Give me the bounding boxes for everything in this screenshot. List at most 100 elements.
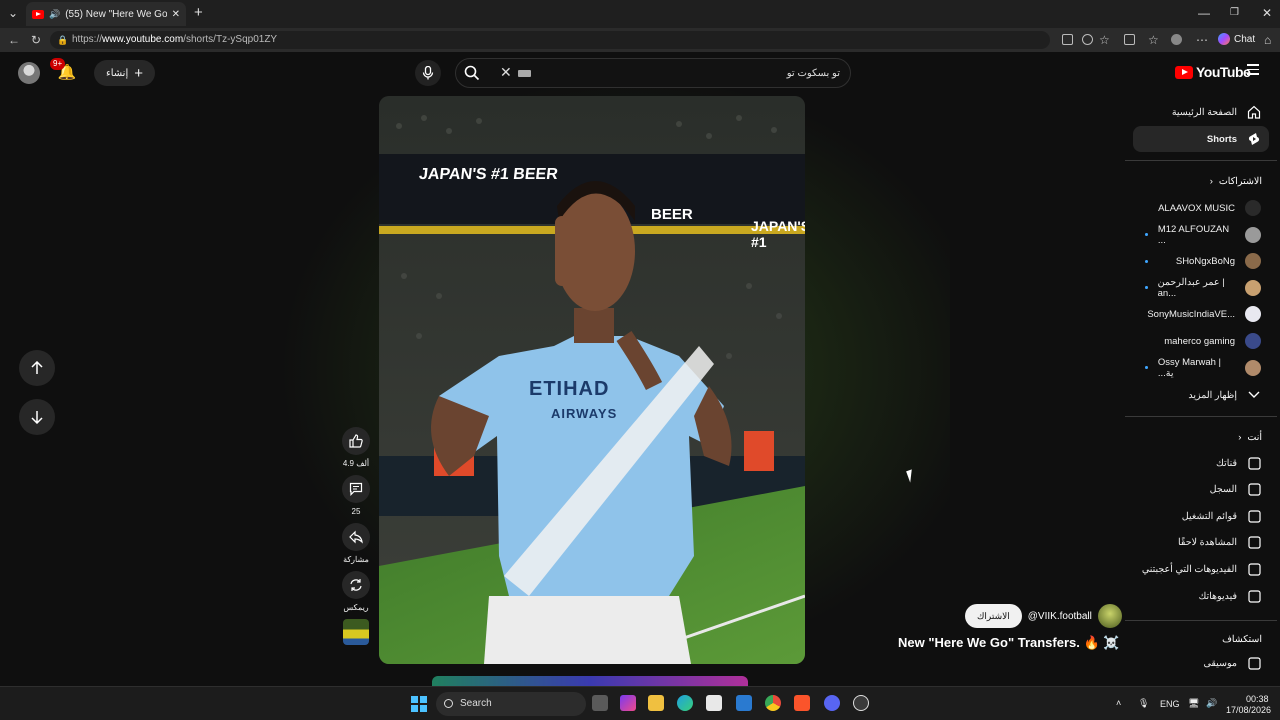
subscription-item[interactable]: عمر عبدالرحمن | an... [1133,275,1269,301]
notifications-button[interactable]: 🔔 9+ [50,58,78,84]
brave-icon[interactable] [794,695,810,711]
favorite-star-icon[interactable]: ☆ [1099,33,1110,47]
sidebar-item[interactable]: المشاهدة لاحقًا [1133,530,1269,556]
profile-icon[interactable] [1171,34,1182,45]
search-input[interactable] [540,64,840,82]
sidebar-item-home[interactable]: الصفحة الرئيسية [1133,99,1269,125]
youtube-logo[interactable]: YouTube [1175,64,1251,80]
sidebar-item[interactable]: قوائم التشغيل [1133,503,1269,529]
favorites-bar-icon[interactable]: ☆ [1148,33,1159,47]
create-button[interactable]: إنشاء + [94,60,155,86]
search-bar: ✕ [455,58,851,88]
extensions-icon[interactable] [1124,34,1135,45]
share-button[interactable] [342,523,370,551]
short-title[interactable]: New "Here We Go" Transfers. 🔥 ☠️ [898,635,1119,651]
subscription-item[interactable]: SHoNgxBoNg [1133,248,1269,274]
liked-icon [1247,562,1261,576]
subscription-item[interactable]: Ossy Marwah | ...ية [1133,355,1269,381]
minimize-icon[interactable]: — [1198,6,1210,20]
tab-list-chevron-icon[interactable]: ⌄ [8,6,18,20]
like-count: 4.9 ألف [342,459,370,468]
reload-icon[interactable]: ↻ [31,33,41,47]
subscriptions-header-label: الاشتراكات [1218,176,1262,187]
youtube-shorts-page: 🔔 9+ إنشاء + ✕ YouTube [0,52,1280,686]
next-short-preview[interactable] [432,676,748,686]
remix-button[interactable] [342,571,370,599]
arrow-up-icon [31,361,43,374]
search-button[interactable] [464,65,480,84]
app-icon[interactable] [853,695,869,711]
clock-date[interactable]: 17/08/2026 [1226,705,1271,715]
chrome-icon[interactable] [765,695,781,711]
channel-avatar [1245,306,1261,323]
speaker-icon[interactable]: 🔊 [49,9,60,20]
sidebar-item[interactable]: موسيقى [1133,650,1269,676]
subscription-item[interactable]: SonyMusicIndiaVE... [1133,301,1269,327]
sidebar-item-label: المشاهدة لاحقًا [1178,537,1237,549]
explore-header-label: استكشاف [1222,634,1262,645]
discord-icon[interactable] [824,695,840,711]
tray-overflow-icon[interactable]: ˄ [1116,698,1121,708]
file-explorer-icon[interactable] [648,695,664,711]
playlists-icon [1247,509,1261,523]
sound-thumbnail[interactable] [343,619,369,645]
chevron-right-icon: › [1238,432,1242,443]
sidebar-item-shorts[interactable]: Shorts [1133,126,1269,152]
remix-action: ريمكس [340,571,372,613]
volume-icon[interactable]: 🔊 [1206,698,1217,709]
channel-avatar [1245,200,1261,216]
tab-title: (55) New "Here We Go" Transfers [65,8,167,20]
store-icon[interactable] [706,695,722,711]
subscription-item[interactable]: maherco gaming [1133,328,1269,354]
youtube-favicon-icon [32,9,44,19]
edge-browser-icon[interactable] [677,695,693,711]
window-close-icon[interactable]: ✕ [1262,6,1272,20]
copilot-chat-button[interactable]: Chat [1218,33,1255,45]
sidebar-item[interactable]: فيديوهاتك [1133,583,1269,609]
more-options-icon[interactable]: ⋯ [1196,33,1208,47]
keyboard-icon[interactable] [518,70,531,77]
clear-search-icon[interactable]: ✕ [500,64,512,81]
mail-icon[interactable] [736,695,752,711]
menu-icon[interactable] [1247,64,1259,78]
subscribe-button[interactable]: الاشتراك [965,604,1022,628]
task-view-icon[interactable] [592,695,608,711]
you-header[interactable]: › أنت [1238,432,1262,443]
sidebar-item-label: قوائم التشغيل [1181,510,1237,522]
like-button[interactable] [342,427,370,455]
maximize-icon[interactable]: ❐ [1230,7,1239,18]
translate-icon[interactable] [1082,34,1093,45]
windows-start-icon[interactable] [411,696,427,712]
language-indicator[interactable]: ENG [1160,699,1180,709]
sidebar-toggle-icon[interactable]: ⌂ [1264,33,1271,47]
clock-time[interactable]: 00:38 [1246,694,1269,704]
voice-search-button[interactable] [415,60,441,86]
sidebar-item[interactable]: السجل [1133,477,1269,503]
new-tab-button[interactable]: + [194,4,203,21]
m365-icon[interactable] [620,695,636,711]
taskbar-search[interactable]: Search [436,692,586,716]
next-short-button[interactable] [19,399,55,435]
short-video-player[interactable]: JAPAN'S #1 BEER BEER JAPAN'S #1 ETIHAD A… [379,96,805,664]
tab-close-icon[interactable]: ✕ [172,9,180,20]
subscriptions-header[interactable]: › الاشتراكات [1210,176,1262,187]
subscription-item[interactable]: M12 ALFOUZAN ... [1133,222,1269,248]
channel-handle[interactable]: @VIIK.football [1028,611,1092,622]
subscription-item[interactable]: ALAAVOX MUSIC [1133,195,1269,221]
split-screen-icon[interactable] [1062,34,1073,45]
previous-short-button[interactable] [19,350,55,386]
channel-avatar[interactable] [1097,604,1122,628]
network-icon[interactable]: 🖥 [1188,698,1199,709]
address-bar[interactable]: 🔒 https://www.youtube.com/shorts/Tz-ySqp… [50,31,1050,49]
show-more-label: إظهار المزيد [1188,389,1237,401]
comments-button[interactable] [342,475,370,503]
show-more-button[interactable]: إظهار المزيد [1133,382,1269,408]
sidebar-item[interactable]: الفيديوهات التي أعجبتني [1133,556,1269,582]
logo-text: YouTube [1196,64,1251,80]
browser-tab[interactable]: 🔊 (55) New "Here We Go" Transfers ✕ [26,2,186,26]
browser-tab-strip: ⌄ 🔊 (55) New "Here We Go" Transfers ✕ + … [0,0,1280,28]
back-arrow-icon[interactable]: ← [8,33,20,47]
account-avatar[interactable] [18,62,40,84]
sidebar-item[interactable]: قناتك [1133,450,1269,476]
tray-microphone-icon[interactable]: 🎙 [1138,698,1149,709]
